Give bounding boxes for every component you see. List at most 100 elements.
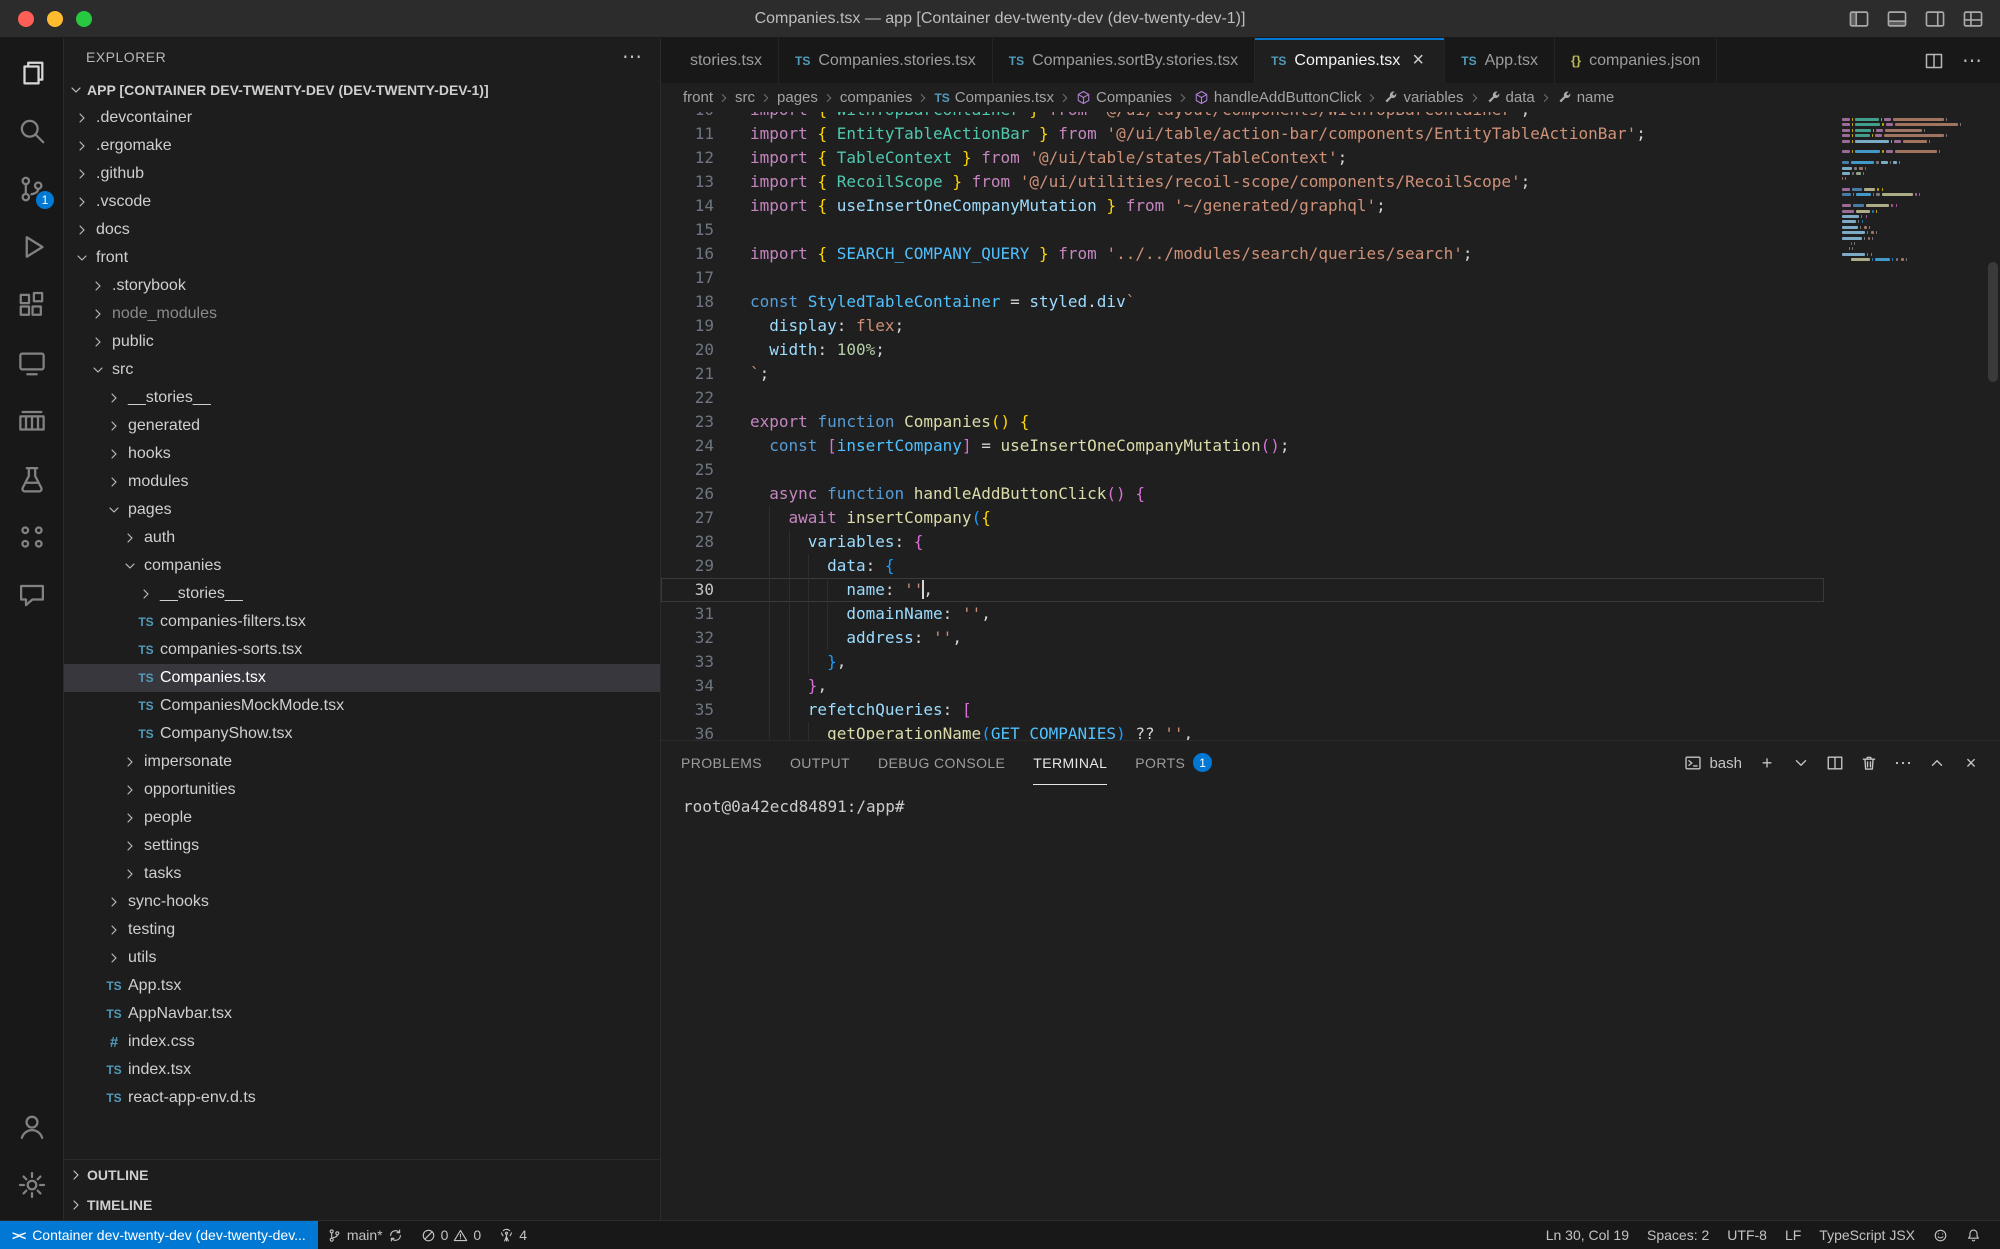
breadcrumb-item-variables[interactable]: variables bbox=[1383, 89, 1463, 106]
code-line-23[interactable]: 23export function Companies() { bbox=[661, 410, 1824, 434]
kill-terminal-icon[interactable] bbox=[1860, 754, 1878, 772]
tree-item-modules[interactable]: modules bbox=[64, 468, 660, 496]
tree-item-companies-sorts.tsx[interactable]: TScompanies-sorts.tsx bbox=[64, 636, 660, 664]
tab-Companies.stories.tsx[interactable]: TSCompanies.stories.tsx bbox=[779, 38, 993, 83]
code-line-15[interactable]: 15 bbox=[661, 218, 1824, 242]
minimize-window-button[interactable] bbox=[47, 11, 63, 27]
tab-stories.tsx[interactable]: stories.tsx bbox=[661, 38, 779, 83]
split-editor-icon[interactable] bbox=[1924, 51, 1944, 71]
tab-Companies.tsx[interactable]: TSCompanies.tsx× bbox=[1255, 38, 1445, 83]
activity-docker-button[interactable] bbox=[0, 392, 63, 450]
activity-explorer-button[interactable] bbox=[0, 44, 63, 102]
tree-item-src[interactable]: src bbox=[64, 356, 660, 384]
tree-item-.storybook[interactable]: .storybook bbox=[64, 272, 660, 300]
timeline-section-header[interactable]: TIMELINE bbox=[64, 1190, 660, 1220]
tree-item-hooks[interactable]: hooks bbox=[64, 440, 660, 468]
tree-item-people[interactable]: people bbox=[64, 804, 660, 832]
cursor-position-status[interactable]: Ln 30, Col 19 bbox=[1537, 1227, 1638, 1243]
breadcrumb-item-src[interactable]: src bbox=[735, 89, 755, 106]
tab-App.tsx[interactable]: TSApp.tsx bbox=[1445, 38, 1555, 83]
tree-item-companies[interactable]: companies bbox=[64, 552, 660, 580]
tree-item-docs[interactable]: docs bbox=[64, 216, 660, 244]
code-line-32[interactable]: 32 address: '', bbox=[661, 626, 1824, 650]
tree-item-__stories__[interactable]: __stories__ bbox=[64, 580, 660, 608]
code-line-11[interactable]: 11import { EntityTableActionBar } from '… bbox=[661, 122, 1824, 146]
tree-item-App.tsx[interactable]: TSApp.tsx bbox=[64, 972, 660, 1000]
code-line-31[interactable]: 31 domainName: '', bbox=[661, 602, 1824, 626]
close-window-button[interactable] bbox=[18, 11, 34, 27]
code-line-17[interactable]: 17 bbox=[661, 266, 1824, 290]
breadcrumb-item-name[interactable]: name bbox=[1557, 89, 1615, 106]
tree-item-index.css[interactable]: #index.css bbox=[64, 1028, 660, 1056]
notifications-status[interactable] bbox=[1957, 1228, 1990, 1243]
breadcrumb-item-Companies.tsx[interactable]: TSCompanies.tsx bbox=[934, 89, 1054, 106]
tree-item-__stories__[interactable]: __stories__ bbox=[64, 384, 660, 412]
activity-settings-button[interactable] bbox=[0, 1156, 63, 1214]
terminal-output[interactable]: root@0a42ecd84891:/app# bbox=[661, 785, 2000, 1220]
code-line-30[interactable]: 30 name: '', bbox=[661, 578, 1824, 602]
code-line-25[interactable]: 25 bbox=[661, 458, 1824, 482]
activity-accounts-button[interactable] bbox=[0, 1098, 63, 1156]
tab-Companies.sortBy.stories.tsx[interactable]: TSCompanies.sortBy.stories.tsx bbox=[993, 38, 1255, 83]
tree-item-node_modules[interactable]: node_modules bbox=[64, 300, 660, 328]
code-line-21[interactable]: 21`; bbox=[661, 362, 1824, 386]
code-line-24[interactable]: 24 const [insertCompany] = useInsertOneC… bbox=[661, 434, 1824, 458]
tree-item-react-app-env.d.ts[interactable]: TSreact-app-env.d.ts bbox=[64, 1084, 660, 1112]
tree-item-.vscode[interactable]: .vscode bbox=[64, 188, 660, 216]
panel-tab-ports[interactable]: PORTS1 bbox=[1135, 741, 1212, 785]
code-line-13[interactable]: 13import { RecoilScope } from '@/ui/util… bbox=[661, 170, 1824, 194]
code-line-22[interactable]: 22 bbox=[661, 386, 1824, 410]
activity-remote-explorer-button[interactable] bbox=[0, 334, 63, 392]
code-line-36[interactable]: 36 getOperationName(GET_COMPANIES) ?? ''… bbox=[661, 722, 1824, 740]
problems-status[interactable]: 0 0 bbox=[412, 1227, 491, 1243]
tree-item-public[interactable]: public bbox=[64, 328, 660, 356]
zoom-window-button[interactable] bbox=[76, 11, 92, 27]
code-line-14[interactable]: 14import { useInsertOneCompanyMutation }… bbox=[661, 194, 1824, 218]
activity-run-debug-button[interactable] bbox=[0, 218, 63, 276]
tree-item-impersonate[interactable]: impersonate bbox=[64, 748, 660, 776]
panel-tab-output[interactable]: OUTPUT bbox=[790, 741, 850, 785]
code-line-34[interactable]: 34 }, bbox=[661, 674, 1824, 698]
toggle-secondary-sidebar-icon[interactable] bbox=[1924, 8, 1946, 30]
panel-tab-terminal[interactable]: TERMINAL bbox=[1033, 741, 1107, 785]
tree-item-CompaniesMockMode.tsx[interactable]: TSCompaniesMockMode.tsx bbox=[64, 692, 660, 720]
code-line-26[interactable]: 26 async function handleAddButtonClick()… bbox=[661, 482, 1824, 506]
explorer-section-header[interactable]: APP [CONTAINER DEV-TWENTY-DEV (DEV-TWENT… bbox=[64, 76, 660, 104]
branch-status[interactable]: main* bbox=[318, 1227, 412, 1243]
eol-status[interactable]: LF bbox=[1776, 1227, 1810, 1243]
code-line-33[interactable]: 33 }, bbox=[661, 650, 1824, 674]
explorer-more-actions-icon[interactable]: ⋯ bbox=[622, 47, 642, 67]
code-line-20[interactable]: 20 width: 100%; bbox=[661, 338, 1824, 362]
editor-scrollbar[interactable] bbox=[1988, 262, 1998, 382]
ports-status[interactable]: 4 bbox=[490, 1227, 536, 1243]
toggle-sidebar-icon[interactable] bbox=[1848, 8, 1870, 30]
terminal-profiles-chevron-icon[interactable] bbox=[1792, 754, 1810, 772]
code-line-10[interactable]: 10import { WithTopBarContainer } from '@… bbox=[661, 112, 1824, 122]
minimap[interactable] bbox=[1834, 112, 1984, 740]
outline-section-header[interactable]: OUTLINE bbox=[64, 1160, 660, 1190]
language-status[interactable]: TypeScript JSX bbox=[1810, 1227, 1924, 1243]
activity-extensions-button[interactable] bbox=[0, 276, 63, 334]
code-line-28[interactable]: 28 variables: { bbox=[661, 530, 1824, 554]
tree-item-Companies.tsx[interactable]: TSCompanies.tsx bbox=[64, 664, 660, 692]
panel-tab-debug-console[interactable]: DEBUG CONSOLE bbox=[878, 741, 1005, 785]
tree-item-front[interactable]: front bbox=[64, 244, 660, 272]
code-line-35[interactable]: 35 refetchQueries: [ bbox=[661, 698, 1824, 722]
breadcrumb-item-pages[interactable]: pages bbox=[777, 89, 818, 106]
tree-item-settings[interactable]: settings bbox=[64, 832, 660, 860]
tree-item-.github[interactable]: .github bbox=[64, 160, 660, 188]
tree-item-CompanyShow.tsx[interactable]: TSCompanyShow.tsx bbox=[64, 720, 660, 748]
tree-item-opportunities[interactable]: opportunities bbox=[64, 776, 660, 804]
code-line-29[interactable]: 29 data: { bbox=[661, 554, 1824, 578]
editor[interactable]: 10import { WithTopBarContainer } from '@… bbox=[661, 112, 1824, 740]
tab-companies.json[interactable]: {}companies.json bbox=[1555, 38, 1717, 83]
breadcrumb-item-handleAddButtonClick[interactable]: handleAddButtonClick bbox=[1194, 89, 1362, 106]
tree-item-index.tsx[interactable]: TSindex.tsx bbox=[64, 1056, 660, 1084]
activity-search-button[interactable] bbox=[0, 102, 63, 160]
breadcrumb-item-data[interactable]: data bbox=[1486, 89, 1535, 106]
tree-item-AppNavbar.tsx[interactable]: TSAppNavbar.tsx bbox=[64, 1000, 660, 1028]
tree-item-testing[interactable]: testing bbox=[64, 916, 660, 944]
tree-item-.ergomake[interactable]: .ergomake bbox=[64, 132, 660, 160]
encoding-status[interactable]: UTF-8 bbox=[1718, 1227, 1776, 1243]
indentation-status[interactable]: Spaces: 2 bbox=[1638, 1227, 1718, 1243]
